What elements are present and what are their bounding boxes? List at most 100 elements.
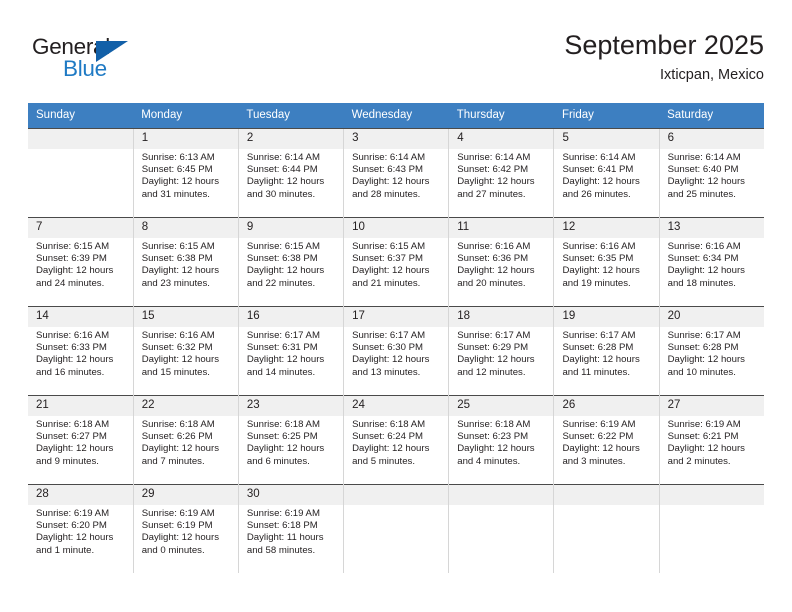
day-details: Sunrise: 6:14 AM Sunset: 6:42 PM Dayligh… <box>449 149 553 201</box>
daylight-text-line1: Daylight: 12 hours <box>352 265 430 277</box>
calendar-day-cell[interactable]: 22 Sunrise: 6:18 AM Sunset: 6:26 PM Dayl… <box>132 395 239 485</box>
sunrise-text: Sunrise: 6:14 AM <box>562 152 636 163</box>
day-number: 15 <box>133 307 238 327</box>
page-title: September 2025 <box>564 30 764 60</box>
calendar-day-cell[interactable]: 14 Sunrise: 6:16 AM Sunset: 6:33 PM Dayl… <box>28 306 134 396</box>
calendar-day-cell[interactable]: 10 Sunrise: 6:15 AM Sunset: 6:37 PM Dayl… <box>343 217 449 307</box>
day-details: Sunrise: 6:14 AM Sunset: 6:43 PM Dayligh… <box>344 149 448 201</box>
calendar-day-cell[interactable]: 23 Sunrise: 6:18 AM Sunset: 6:25 PM Dayl… <box>237 395 344 485</box>
calendar-day-cell[interactable]: 24 Sunrise: 6:18 AM Sunset: 6:24 PM Dayl… <box>343 395 449 485</box>
daylight-text-line2: and 22 minutes. <box>246 277 316 289</box>
weekday-header-tuesday: Tuesday <box>238 103 344 129</box>
daylight-text-line1: Daylight: 12 hours <box>246 354 325 366</box>
sunset-text: Sunset: 6:41 PM <box>562 164 634 176</box>
sunrise-text: Sunrise: 6:16 AM <box>562 241 636 252</box>
day-details: Sunrise: 6:19 AM Sunset: 6:19 PM Dayligh… <box>134 505 238 557</box>
day-number: 11 <box>449 218 554 238</box>
daylight-text-line1: Daylight: 12 hours <box>562 354 640 366</box>
day-details: Sunrise: 6:16 AM Sunset: 6:36 PM Dayligh… <box>449 238 553 290</box>
daylight-text-line2: and 7 minutes. <box>141 455 205 467</box>
daylight-text-line2: and 16 minutes. <box>36 366 105 378</box>
calendar-day-cell[interactable]: 25 Sunrise: 6:18 AM Sunset: 6:23 PM Dayl… <box>448 395 554 485</box>
calendar-day-cell[interactable]: 4 Sunrise: 6:14 AM Sunset: 6:42 PM Dayli… <box>448 128 554 218</box>
day-number: 9 <box>238 218 344 238</box>
sunset-text: Sunset: 6:38 PM <box>141 253 213 265</box>
calendar-day-cell[interactable]: 18 Sunrise: 6:17 AM Sunset: 6:29 PM Dayl… <box>448 306 554 396</box>
sunset-text: Sunset: 6:44 PM <box>246 164 318 176</box>
weekday-header-sunday: Sunday <box>28 103 134 129</box>
calendar-day-cell[interactable]: 17 Sunrise: 6:17 AM Sunset: 6:30 PM Dayl… <box>343 306 449 396</box>
calendar-day-cell[interactable]: 26 Sunrise: 6:19 AM Sunset: 6:22 PM Dayl… <box>553 395 660 485</box>
calendar-day-cell[interactable]: 30 Sunrise: 6:19 AM Sunset: 6:18 PM Dayl… <box>237 484 344 573</box>
daylight-text-line1: Daylight: 12 hours <box>352 443 430 455</box>
daylight-text-line2: and 4 minutes. <box>457 455 521 467</box>
calendar-day-cell[interactable] <box>28 128 134 218</box>
general-blue-logo[interactable]: General Blue <box>28 34 178 90</box>
sunset-text: Sunset: 6:32 PM <box>141 342 213 354</box>
daylight-text-line1: Daylight: 12 hours <box>667 176 745 188</box>
calendar-day-cell[interactable]: 13 Sunrise: 6:16 AM Sunset: 6:34 PM Dayl… <box>658 217 765 307</box>
calendar-day-cell[interactable]: 21 Sunrise: 6:18 AM Sunset: 6:27 PM Dayl… <box>28 395 134 485</box>
calendar-day-cell[interactable]: 8 Sunrise: 6:15 AM Sunset: 6:38 PM Dayli… <box>132 217 239 307</box>
daylight-text-line2: and 26 minutes. <box>562 188 631 200</box>
calendar-day-cell[interactable]: 7 Sunrise: 6:15 AM Sunset: 6:39 PM Dayli… <box>28 217 134 307</box>
weekday-header-wednesday: Wednesday <box>343 103 449 129</box>
sunrise-text: Sunrise: 6:17 AM <box>562 330 636 341</box>
day-details: Sunrise: 6:14 AM Sunset: 6:41 PM Dayligh… <box>554 149 658 201</box>
daylight-text-line1: Daylight: 12 hours <box>141 265 220 277</box>
calendar-day-cell[interactable]: 12 Sunrise: 6:16 AM Sunset: 6:35 PM Dayl… <box>553 217 660 307</box>
daylight-text-line1: Daylight: 12 hours <box>36 354 114 366</box>
calendar-body: 1 Sunrise: 6:13 AM Sunset: 6:45 PM Dayli… <box>28 128 765 573</box>
calendar-day-cell[interactable]: 11 Sunrise: 6:16 AM Sunset: 6:36 PM Dayl… <box>448 217 554 307</box>
day-number <box>554 485 659 505</box>
calendar-day-cell[interactable]: 27 Sunrise: 6:19 AM Sunset: 6:21 PM Dayl… <box>658 395 765 485</box>
calendar-table: Sunday Monday Tuesday Wednesday Thursday… <box>28 103 765 573</box>
calendar-day-cell[interactable]: 29 Sunrise: 6:19 AM Sunset: 6:19 PM Dayl… <box>132 484 239 573</box>
calendar-week-row: 21 Sunrise: 6:18 AM Sunset: 6:27 PM Dayl… <box>28 395 765 485</box>
day-number: 22 <box>133 396 238 416</box>
day-number: 5 <box>554 129 659 149</box>
sunset-text: Sunset: 6:45 PM <box>141 164 213 176</box>
daylight-text-line2: and 14 minutes. <box>246 366 316 378</box>
calendar-day-cell[interactable]: 1 Sunrise: 6:13 AM Sunset: 6:45 PM Dayli… <box>132 128 239 218</box>
day-number: 18 <box>449 307 554 327</box>
sunrise-text: Sunrise: 6:17 AM <box>457 330 531 341</box>
sunset-text: Sunset: 6:20 PM <box>36 520 107 532</box>
daylight-text-line2: and 10 minutes. <box>667 366 736 378</box>
calendar-day-cell[interactable] <box>343 484 449 573</box>
calendar-day-cell[interactable]: 3 Sunrise: 6:14 AM Sunset: 6:43 PM Dayli… <box>343 128 449 218</box>
calendar-day-cell[interactable] <box>448 484 554 573</box>
sunset-text: Sunset: 6:29 PM <box>457 342 529 354</box>
day-details: Sunrise: 6:18 AM Sunset: 6:26 PM Dayligh… <box>134 416 238 468</box>
calendar-day-cell[interactable]: 15 Sunrise: 6:16 AM Sunset: 6:32 PM Dayl… <box>132 306 239 396</box>
calendar-day-cell[interactable] <box>658 484 765 573</box>
daylight-text-line1: Daylight: 11 hours <box>246 532 324 544</box>
daylight-text-line1: Daylight: 12 hours <box>562 443 640 455</box>
sunrise-text: Sunrise: 6:14 AM <box>457 152 531 163</box>
daylight-text-line2: and 12 minutes. <box>457 366 526 378</box>
daylight-text-line2: and 19 minutes. <box>562 277 631 289</box>
day-details: Sunrise: 6:14 AM Sunset: 6:40 PM Dayligh… <box>660 149 765 201</box>
sunrise-text: Sunrise: 6:18 AM <box>352 419 426 430</box>
calendar-day-cell[interactable]: 19 Sunrise: 6:17 AM Sunset: 6:28 PM Dayl… <box>553 306 660 396</box>
sunrise-text: Sunrise: 6:15 AM <box>246 241 320 252</box>
calendar-day-cell[interactable]: 6 Sunrise: 6:14 AM Sunset: 6:40 PM Dayli… <box>658 128 765 218</box>
calendar-day-cell[interactable] <box>553 484 660 573</box>
day-number <box>28 129 133 149</box>
sunset-text: Sunset: 6:43 PM <box>352 164 423 176</box>
day-number <box>449 485 554 505</box>
sunset-text: Sunset: 6:40 PM <box>667 164 739 176</box>
weekday-header-saturday: Saturday <box>659 103 765 129</box>
calendar-day-cell[interactable]: 20 Sunrise: 6:17 AM Sunset: 6:28 PM Dayl… <box>658 306 765 396</box>
calendar-day-cell[interactable]: 16 Sunrise: 6:17 AM Sunset: 6:31 PM Dayl… <box>237 306 344 396</box>
day-number: 24 <box>344 396 449 416</box>
day-details: Sunrise: 6:17 AM Sunset: 6:28 PM Dayligh… <box>660 327 765 379</box>
sunrise-text: Sunrise: 6:19 AM <box>141 508 215 519</box>
day-details: Sunrise: 6:16 AM Sunset: 6:34 PM Dayligh… <box>660 238 765 290</box>
calendar-day-cell[interactable]: 2 Sunrise: 6:14 AM Sunset: 6:44 PM Dayli… <box>237 128 344 218</box>
calendar-day-cell[interactable]: 28 Sunrise: 6:19 AM Sunset: 6:20 PM Dayl… <box>28 484 134 573</box>
day-details: Sunrise: 6:17 AM Sunset: 6:30 PM Dayligh… <box>344 327 448 379</box>
calendar-day-cell[interactable]: 5 Sunrise: 6:14 AM Sunset: 6:41 PM Dayli… <box>553 128 660 218</box>
sunrise-text: Sunrise: 6:14 AM <box>667 152 741 163</box>
calendar-day-cell[interactable]: 9 Sunrise: 6:15 AM Sunset: 6:38 PM Dayli… <box>237 217 344 307</box>
